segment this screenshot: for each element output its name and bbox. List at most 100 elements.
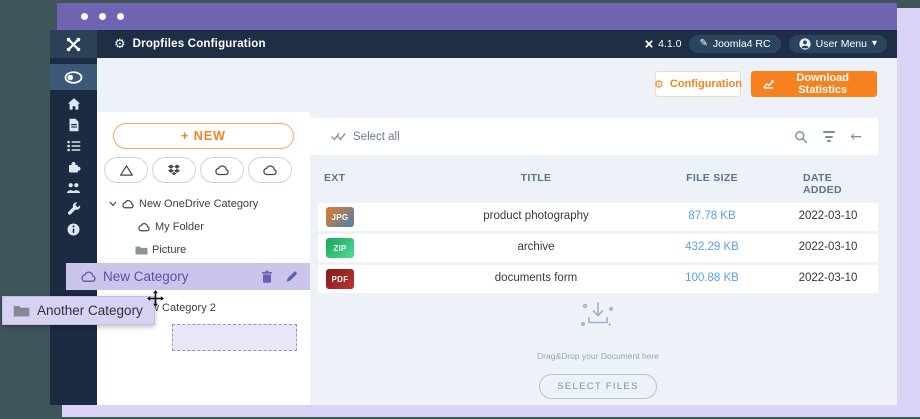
sidebar-item-users[interactable] bbox=[50, 177, 97, 198]
sidebar-item-components[interactable] bbox=[50, 156, 97, 177]
tree-item-picture[interactable]: Picture bbox=[135, 244, 186, 256]
toggle-icon bbox=[64, 71, 83, 84]
wrench-icon bbox=[67, 202, 81, 216]
users-icon bbox=[66, 181, 81, 194]
file-title: documents form bbox=[495, 272, 577, 284]
joomla-logo[interactable] bbox=[50, 30, 97, 58]
cloud-icon bbox=[121, 199, 135, 209]
move-cursor-icon bbox=[147, 290, 164, 307]
version-label: 4.1.0 bbox=[658, 38, 681, 50]
page-title: Dropfiles Configuration bbox=[133, 38, 266, 50]
download-statistics-label: Download Statistics bbox=[780, 72, 865, 96]
info-icon bbox=[67, 223, 80, 236]
user-menu-button[interactable]: User Menu ▾ bbox=[789, 35, 887, 53]
delete-category-button[interactable] bbox=[261, 270, 273, 283]
file-size: 100.88 KB bbox=[685, 272, 739, 284]
list-icon bbox=[67, 140, 81, 152]
download-statistics-button[interactable]: Download Statistics bbox=[751, 71, 877, 97]
dropbox-icon bbox=[167, 164, 181, 177]
cloud-icon bbox=[80, 270, 97, 283]
window-titlebar bbox=[57, 3, 897, 30]
upload-dropzone-icon bbox=[574, 300, 622, 336]
joomla-mini-icon bbox=[644, 39, 654, 49]
edit-icon: ✎ bbox=[699, 39, 707, 49]
trash-icon bbox=[261, 270, 273, 283]
column-title[interactable]: TITLE bbox=[521, 172, 552, 184]
user-icon bbox=[799, 38, 811, 50]
file-date: 2022-03-10 bbox=[799, 241, 858, 253]
tree-item-new-category-selected[interactable]: New Category bbox=[66, 263, 310, 290]
select-files-button[interactable]: SELECT FILES bbox=[539, 374, 656, 399]
folder-icon bbox=[13, 304, 30, 317]
tree-item-label: My Folder bbox=[155, 221, 204, 233]
cloud-icon bbox=[214, 164, 230, 176]
cloud-button-onedrive-business[interactable] bbox=[248, 157, 292, 183]
categories-panel: + NEW New OneDrive bbox=[97, 112, 310, 405]
configuration-label: Configuration bbox=[670, 78, 742, 90]
column-ext[interactable]: EXT bbox=[324, 172, 345, 184]
window-dot[interactable] bbox=[117, 13, 124, 20]
column-size[interactable]: FILE SIZE bbox=[686, 172, 738, 184]
google-drive-icon bbox=[119, 164, 134, 177]
template-edit-label: Joomla4 RC bbox=[713, 38, 771, 50]
back-arrow-icon[interactable]: ← bbox=[850, 130, 862, 144]
column-date[interactable]: DATE ADDED bbox=[803, 172, 853, 196]
tree-item-onedrive-category[interactable]: New OneDrive Category bbox=[109, 198, 258, 210]
sidebar-item-tools[interactable] bbox=[50, 198, 97, 219]
file-size: 432.29 KB bbox=[685, 241, 739, 253]
search-icon[interactable] bbox=[794, 130, 808, 144]
cloud-button-dropbox[interactable] bbox=[152, 157, 196, 183]
file-title: product photography bbox=[483, 210, 589, 222]
file-title: archive bbox=[517, 241, 554, 253]
file-ext-badge: JPG bbox=[326, 207, 354, 227]
sidebar-item-info[interactable] bbox=[50, 219, 97, 240]
cloud-icon bbox=[137, 222, 151, 232]
cloud-icon bbox=[262, 164, 278, 176]
file-date: 2022-03-10 bbox=[799, 210, 858, 222]
home-icon bbox=[67, 97, 81, 111]
new-category-button[interactable]: + NEW bbox=[113, 123, 294, 149]
window-dot[interactable] bbox=[99, 13, 106, 20]
file-row[interactable]: ZIP archive 432.29 KB 2022-03-10 bbox=[318, 234, 878, 262]
sidebar-item-menus[interactable] bbox=[50, 135, 97, 156]
file-row[interactable]: PDF documents form 100.88 KB 2022-03-10 bbox=[318, 265, 878, 293]
gear-icon: ⚙ bbox=[654, 78, 664, 91]
files-table-header: EXT TITLE FILE SIZE DATE ADDED bbox=[318, 172, 878, 188]
double-check-icon bbox=[330, 131, 346, 142]
sidebar-item-home[interactable] bbox=[50, 93, 97, 114]
drag-ghost-another-category[interactable]: Another Category bbox=[2, 296, 155, 325]
cloud-button-google-drive[interactable] bbox=[104, 157, 148, 183]
configuration-button[interactable]: ⚙ Configuration bbox=[655, 71, 741, 97]
tree-item-label: New Category bbox=[103, 269, 261, 284]
drag-ghost-label: Another Category bbox=[37, 303, 143, 318]
dropzone-hint: Drag&Drop your Document here bbox=[318, 351, 878, 361]
file-ext-badge: PDF bbox=[326, 269, 354, 289]
chevron-down-icon: ▾ bbox=[872, 39, 877, 49]
joomla-version: 4.1.0 bbox=[644, 38, 681, 50]
template-edit-button[interactable]: ✎ Joomla4 RC bbox=[689, 35, 780, 53]
file-row[interactable]: JPG product photography 87.78 KB 2022-03… bbox=[318, 203, 878, 231]
edit-category-button[interactable] bbox=[285, 270, 298, 283]
select-all-checkbox[interactable]: Select all bbox=[330, 131, 400, 143]
puzzle-icon bbox=[67, 160, 81, 174]
cloud-services-row bbox=[104, 157, 292, 183]
user-menu-label: User Menu bbox=[816, 38, 867, 50]
admin-sidebar bbox=[50, 58, 97, 405]
chart-icon bbox=[763, 78, 774, 90]
chevron-down-icon bbox=[109, 201, 117, 207]
file-date: 2022-03-10 bbox=[799, 272, 858, 284]
sidebar-item-toggle[interactable] bbox=[50, 64, 97, 90]
filter-icon[interactable] bbox=[823, 131, 835, 142]
joomla-logo-icon bbox=[66, 37, 81, 52]
file-ext-badge: ZIP bbox=[326, 238, 354, 258]
drop-target-placeholder bbox=[172, 324, 297, 351]
document-icon bbox=[68, 118, 80, 132]
cloud-button-onedrive[interactable] bbox=[200, 157, 244, 183]
tree-item-label: New OneDrive Category bbox=[139, 198, 258, 210]
dropzone[interactable]: Drag&Drop your Document here SELECT FILE… bbox=[318, 300, 878, 399]
files-toolbar: Select all ← bbox=[310, 118, 878, 155]
window-dot[interactable] bbox=[81, 13, 88, 20]
tree-item-my-folder[interactable]: My Folder bbox=[137, 221, 204, 233]
pencil-icon bbox=[285, 270, 298, 283]
sidebar-item-content[interactable] bbox=[50, 114, 97, 135]
